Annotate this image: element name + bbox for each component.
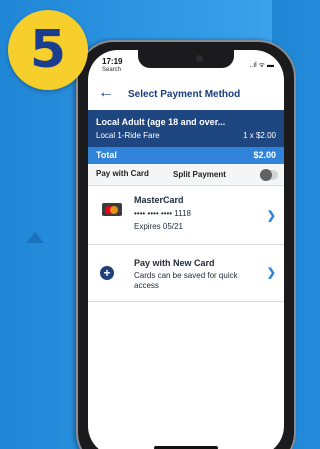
camera-icon	[196, 55, 203, 62]
step-number: 5	[29, 20, 67, 80]
card-number: •••• •••• •••• 1118	[134, 209, 191, 218]
split-payment-toggle[interactable]	[260, 169, 278, 181]
background-arrow-icon	[26, 232, 44, 243]
saved-card-row[interactable]: MasterCard •••• •••• •••• 1118 Expires 0…	[88, 187, 284, 245]
status-bar: 17:19 Search	[102, 58, 122, 74]
page-title: Select Payment Method	[128, 89, 241, 100]
phone-frame: 17:19 Search ..ıl ᯤ ▬ ← Select Payment M…	[76, 40, 296, 449]
total-amount: $2.00	[253, 150, 276, 160]
plus-circle-icon: +	[100, 266, 114, 280]
new-card-title: Pay with New Card	[134, 258, 215, 268]
new-card-row[interactable]: + Pay with New Card Cards can be saved f…	[88, 246, 284, 302]
status-time: 17:19	[102, 57, 123, 66]
new-card-subtitle: Cards can be saved for quick access	[134, 271, 238, 290]
fare-qty-price: 1 x $2.00	[243, 131, 276, 140]
card-expiry: Expires 05/21	[134, 222, 183, 231]
phone-notch	[138, 50, 234, 68]
status-icons: ..ıl ᯤ ▬	[249, 62, 274, 69]
mastercard-logo-icon	[102, 203, 122, 216]
back-arrow-icon[interactable]: ←	[98, 84, 114, 102]
fare-summary: Local Adult (age 18 and over... Local 1-…	[88, 110, 284, 147]
pay-with-card-label: Pay with Card	[96, 169, 149, 178]
back-to-app-link[interactable]: Search	[102, 66, 122, 74]
phone-screen: 17:19 Search ..ıl ᯤ ▬ ← Select Payment M…	[88, 50, 284, 449]
toggle-knob	[260, 169, 272, 181]
payment-options-bar: Pay with Card Split Payment	[88, 164, 284, 186]
split-payment-label: Split Payment	[173, 170, 226, 179]
total-bar: Total $2.00	[88, 147, 284, 164]
total-label: Total	[96, 150, 117, 160]
nav-bar: ← Select Payment Method	[88, 82, 284, 108]
step-number-badge: 5	[8, 10, 88, 90]
fare-name: Local Adult (age 18 and over...	[96, 117, 226, 127]
fare-type: Local 1-Ride Fare	[96, 131, 160, 140]
chevron-right-icon: ❯	[266, 210, 276, 222]
chevron-right-icon: ❯	[266, 267, 276, 279]
card-brand: MasterCard	[134, 195, 184, 205]
